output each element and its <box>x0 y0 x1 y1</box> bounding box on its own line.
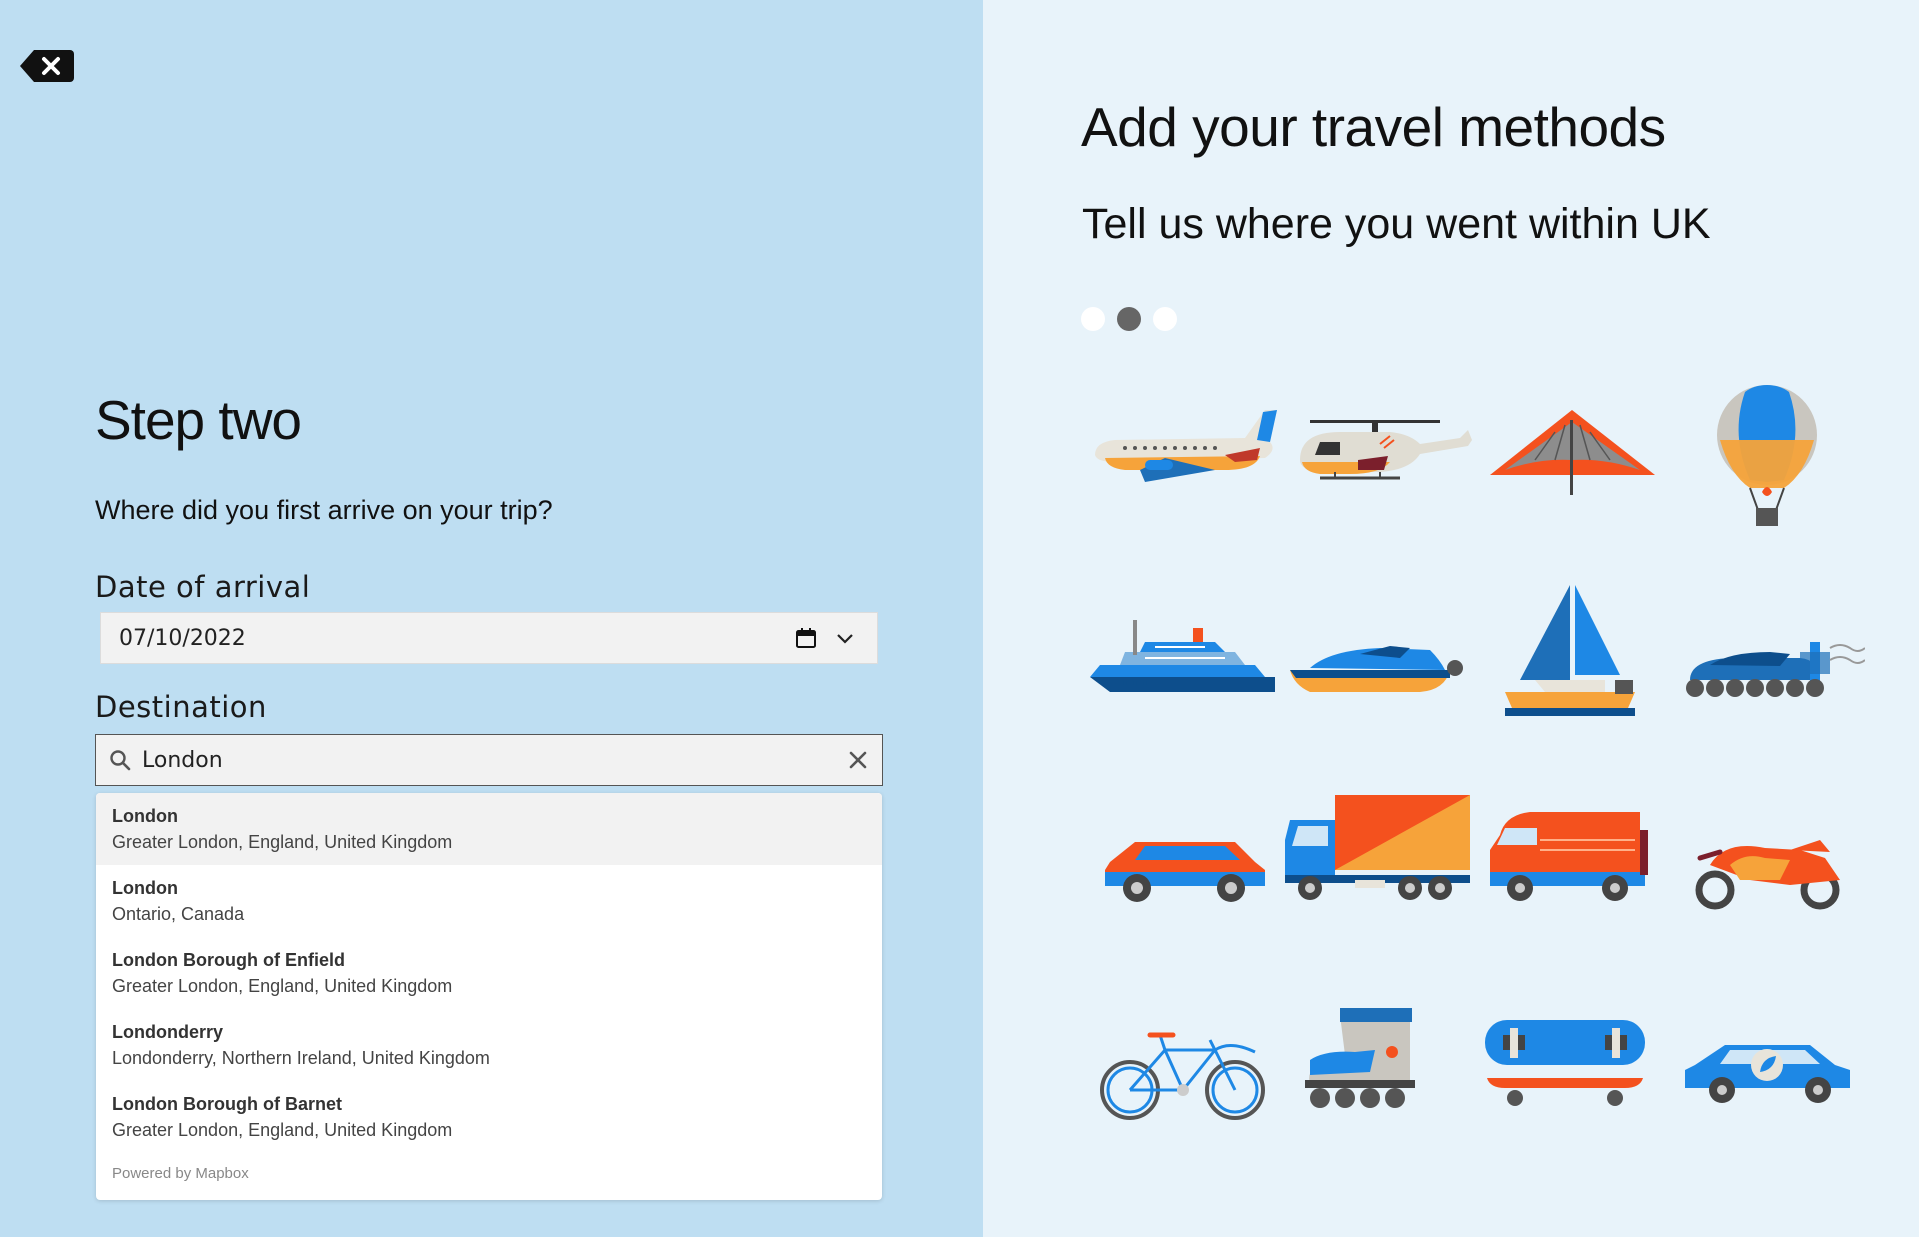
vehicle-helicopter[interactable] <box>1280 370 1475 530</box>
suggestions-dropdown: London Greater London, England, United K… <box>96 793 882 1200</box>
car-icon <box>1105 842 1265 902</box>
vehicle-hot-air-balloon[interactable] <box>1670 370 1865 530</box>
travel-methods-subheading: Tell us where you went within UK <box>1082 200 1711 248</box>
progress-dots <box>1081 307 1177 331</box>
destination-search-input[interactable] <box>142 740 848 780</box>
speedboat-icon <box>1290 646 1463 692</box>
suggestion-name: London <box>112 878 178 898</box>
vehicle-van[interactable] <box>1475 780 1670 940</box>
progress-dot-2[interactable] <box>1117 307 1141 331</box>
mapbox-attribution: Powered by Mapbox <box>112 1165 249 1182</box>
hovercraft-icon <box>1686 642 1866 697</box>
suggestion-name: London <box>112 806 178 826</box>
vehicle-car[interactable] <box>1085 780 1280 940</box>
suggestion-item[interactable]: London Borough of Barnet Greater London,… <box>96 1081 882 1153</box>
destination-search-field[interactable] <box>95 734 883 786</box>
vehicle-rollerblade[interactable] <box>1280 980 1475 1140</box>
date-label: Date of arrival <box>95 570 311 604</box>
suggestion-place: Greater London, England, United Kingdom <box>112 832 453 852</box>
suggestion-item[interactable]: Londonderry Londonderry, Northern Irelan… <box>96 1009 882 1081</box>
hang-glider-icon <box>1490 410 1655 495</box>
suggestion-place: Greater London, England, United Kingdom <box>112 1120 453 1140</box>
rollerblade-icon <box>1305 1008 1415 1108</box>
van-icon <box>1490 812 1648 901</box>
vehicle-truck[interactable] <box>1280 780 1475 940</box>
skateboard-icon <box>1485 1020 1645 1106</box>
travel-methods-heading: Add your travel methods <box>1081 96 1666 158</box>
progress-dot-1[interactable] <box>1081 307 1105 331</box>
vehicle-sailboat[interactable] <box>1475 580 1670 740</box>
progress-dot-3[interactable] <box>1153 307 1177 331</box>
sailboat-icon <box>1505 585 1635 716</box>
vehicle-motorcycle[interactable] <box>1670 780 1865 940</box>
suggestion-place: Londonderry, Northern Ireland, United Ki… <box>112 1048 490 1068</box>
suggestion-name: London Borough of Barnet <box>112 1094 342 1114</box>
helicopter-icon <box>1300 420 1472 480</box>
suggestion-item[interactable]: London Greater London, England, United K… <box>96 793 882 865</box>
suggestion-place: Ontario, Canada <box>112 904 245 924</box>
suggestion-name: Londonderry <box>112 1022 223 1042</box>
step-panel: Step two Where did you first arrive on y… <box>0 0 983 1237</box>
suggestion-item[interactable]: London Ontario, Canada <box>96 865 882 937</box>
suggestion-place: Greater London, England, United Kingdom <box>112 976 453 996</box>
step-title: Step two <box>95 389 302 451</box>
vehicle-hovercraft[interactable] <box>1670 580 1866 740</box>
truck-icon <box>1285 795 1470 900</box>
destination-label: Destination <box>95 690 267 724</box>
vehicle-cruise-ship[interactable] <box>1085 580 1280 740</box>
calendar-icon[interactable] <box>795 627 817 649</box>
bicycle-icon <box>1100 1032 1265 1120</box>
chevron-down-icon[interactable] <box>835 631 855 645</box>
suggestion-item[interactable]: London Borough of Enfield Greater London… <box>96 937 882 1009</box>
electric-car-icon <box>1685 1045 1850 1103</box>
backspace-close-icon[interactable] <box>20 48 74 84</box>
date-value[interactable]: 07/10/2022 <box>119 626 795 651</box>
search-icon <box>110 750 131 771</box>
vehicle-speedboat[interactable] <box>1280 580 1475 740</box>
motorcycle-icon <box>1695 840 1840 910</box>
airplane-icon <box>1095 410 1277 482</box>
vehicle-airplane[interactable] <box>1085 370 1280 530</box>
vehicle-bicycle[interactable] <box>1085 980 1280 1140</box>
suggestion-name: London Borough of Enfield <box>112 950 345 970</box>
hot-air-balloon-icon <box>1717 385 1817 526</box>
cruise-ship-icon <box>1090 620 1275 692</box>
clear-icon[interactable] <box>848 750 868 770</box>
step-question: Where did you first arrive on your trip? <box>95 495 553 525</box>
vehicle-electric-car[interactable] <box>1670 980 1865 1140</box>
vehicle-skateboard[interactable] <box>1475 980 1670 1140</box>
date-of-arrival-field[interactable]: 07/10/2022 <box>100 612 878 664</box>
vehicle-hang-glider[interactable] <box>1475 370 1670 530</box>
